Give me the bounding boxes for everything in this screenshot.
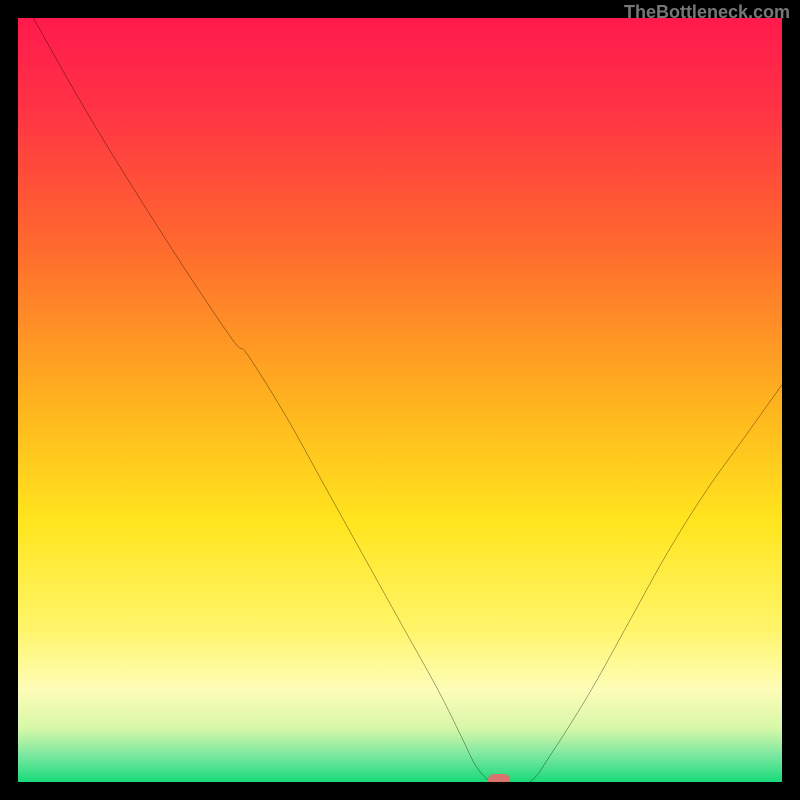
watermark-text: TheBottleneck.com (624, 2, 790, 23)
plot-area (18, 18, 782, 782)
optimal-marker (488, 774, 510, 782)
chart-frame: TheBottleneck.com (0, 0, 800, 800)
bottleneck-curve (18, 18, 782, 782)
